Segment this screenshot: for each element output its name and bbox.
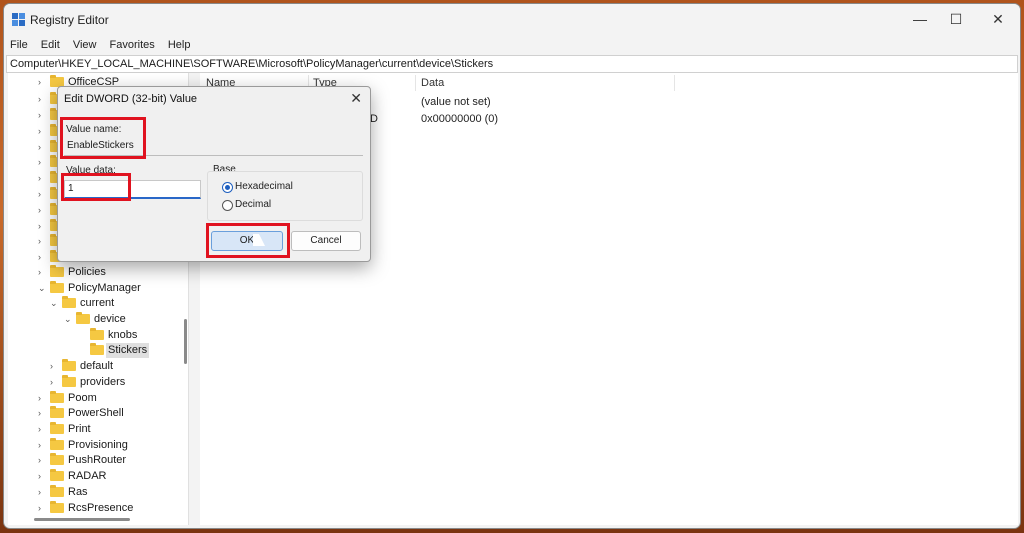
- chevron-right-icon[interactable]: ›: [38, 453, 48, 468]
- column-divider[interactable]: [415, 75, 416, 91]
- dialog-close-icon[interactable]: ✕: [350, 90, 362, 107]
- chevron-right-icon[interactable]: ›: [38, 234, 48, 249]
- highlight-ok-button: [206, 223, 290, 258]
- minimize-button[interactable]: —: [903, 8, 937, 30]
- chevron-down-icon[interactable]: ⌄: [38, 281, 48, 296]
- chevron-right-icon[interactable]: ›: [38, 155, 48, 170]
- chevron-right-icon[interactable]: ›: [38, 171, 48, 186]
- radio-hexadecimal-label[interactable]: Hexadecimal: [235, 181, 293, 192]
- title-bar: Registry Editor — ☐ ✕: [4, 4, 1020, 34]
- folder-icon: [62, 296, 76, 308]
- value-data-cell[interactable]: 0x00000000 (0): [421, 111, 498, 127]
- chevron-right-icon[interactable]: ›: [38, 219, 48, 234]
- folder-icon: [50, 501, 64, 513]
- highlight-value-name: [60, 117, 146, 159]
- chevron-right-icon[interactable]: ›: [38, 422, 48, 437]
- registry-editor-window: Registry Editor — ☐ ✕ File Edit View Fav…: [4, 4, 1020, 528]
- address-bar[interactable]: Computer\HKEY_LOCAL_MACHINE\SOFTWARE\Mic…: [6, 55, 1018, 73]
- registry-icon: [12, 13, 25, 26]
- folder-icon: [90, 343, 104, 355]
- chevron-right-icon[interactable]: ›: [38, 485, 48, 500]
- chevron-right-icon[interactable]: ›: [50, 375, 60, 390]
- folder-icon: [50, 265, 64, 277]
- tree-vertical-scrollbar[interactable]: [184, 319, 187, 364]
- close-button[interactable]: ✕: [981, 8, 1015, 30]
- folder-icon: [50, 406, 64, 418]
- tree-horizontal-scrollbar[interactable]: [34, 518, 130, 521]
- chevron-right-icon[interactable]: ›: [38, 92, 48, 107]
- radio-hexadecimal[interactable]: [222, 182, 233, 193]
- mouse-cursor-icon: [253, 234, 265, 246]
- dialog-title: Edit DWORD (32-bit) Value: [64, 93, 198, 105]
- folder-icon: [90, 328, 104, 340]
- chevron-right-icon[interactable]: ›: [38, 140, 48, 155]
- folder-icon: [50, 485, 64, 497]
- cancel-button[interactable]: Cancel: [291, 231, 361, 251]
- menu-file[interactable]: File: [10, 36, 28, 54]
- chevron-right-icon[interactable]: ›: [38, 203, 48, 218]
- menu-help[interactable]: Help: [168, 36, 191, 54]
- value-type-cell[interactable]: D: [370, 111, 378, 127]
- window-title: Registry Editor: [30, 13, 109, 27]
- chevron-right-icon[interactable]: ›: [38, 265, 48, 280]
- folder-icon: [50, 453, 64, 465]
- chevron-right-icon[interactable]: ›: [38, 124, 48, 139]
- menu-view[interactable]: View: [73, 36, 97, 54]
- chevron-right-icon[interactable]: ›: [38, 108, 48, 123]
- folder-icon: [50, 469, 64, 481]
- chevron-right-icon[interactable]: ›: [38, 187, 48, 202]
- chevron-right-icon[interactable]: ›: [38, 438, 48, 453]
- radio-decimal[interactable]: [222, 200, 233, 211]
- chevron-right-icon[interactable]: ›: [50, 359, 60, 374]
- folder-icon: [50, 422, 64, 434]
- chevron-right-icon[interactable]: ›: [38, 469, 48, 484]
- menu-favorites[interactable]: Favorites: [110, 36, 155, 54]
- radio-decimal-label[interactable]: Decimal: [235, 199, 271, 210]
- value-data-cell[interactable]: (value not set): [421, 94, 491, 110]
- chevron-down-icon[interactable]: ⌄: [50, 296, 60, 311]
- folder-icon: [76, 312, 90, 324]
- folder-icon: [50, 438, 64, 450]
- chevron-right-icon[interactable]: ›: [38, 501, 48, 516]
- highlight-value-data: [61, 173, 131, 201]
- chevron-right-icon[interactable]: ›: [38, 250, 48, 265]
- menu-edit[interactable]: Edit: [41, 36, 60, 54]
- chevron-right-icon[interactable]: ›: [38, 75, 48, 90]
- column-divider[interactable]: [674, 75, 675, 91]
- base-group: [207, 171, 363, 221]
- maximize-button[interactable]: ☐: [939, 8, 973, 30]
- chevron-right-icon[interactable]: ›: [38, 406, 48, 421]
- chevron-right-icon[interactable]: ›: [38, 391, 48, 406]
- menu-bar: File Edit View Favorites Help: [4, 36, 1020, 54]
- column-header-data[interactable]: Data: [421, 75, 444, 91]
- chevron-down-icon[interactable]: ⌄: [64, 312, 74, 327]
- folder-icon: [62, 359, 76, 371]
- folder-icon: [62, 375, 76, 387]
- folder-icon: [50, 281, 64, 293]
- folder-icon: [50, 391, 64, 403]
